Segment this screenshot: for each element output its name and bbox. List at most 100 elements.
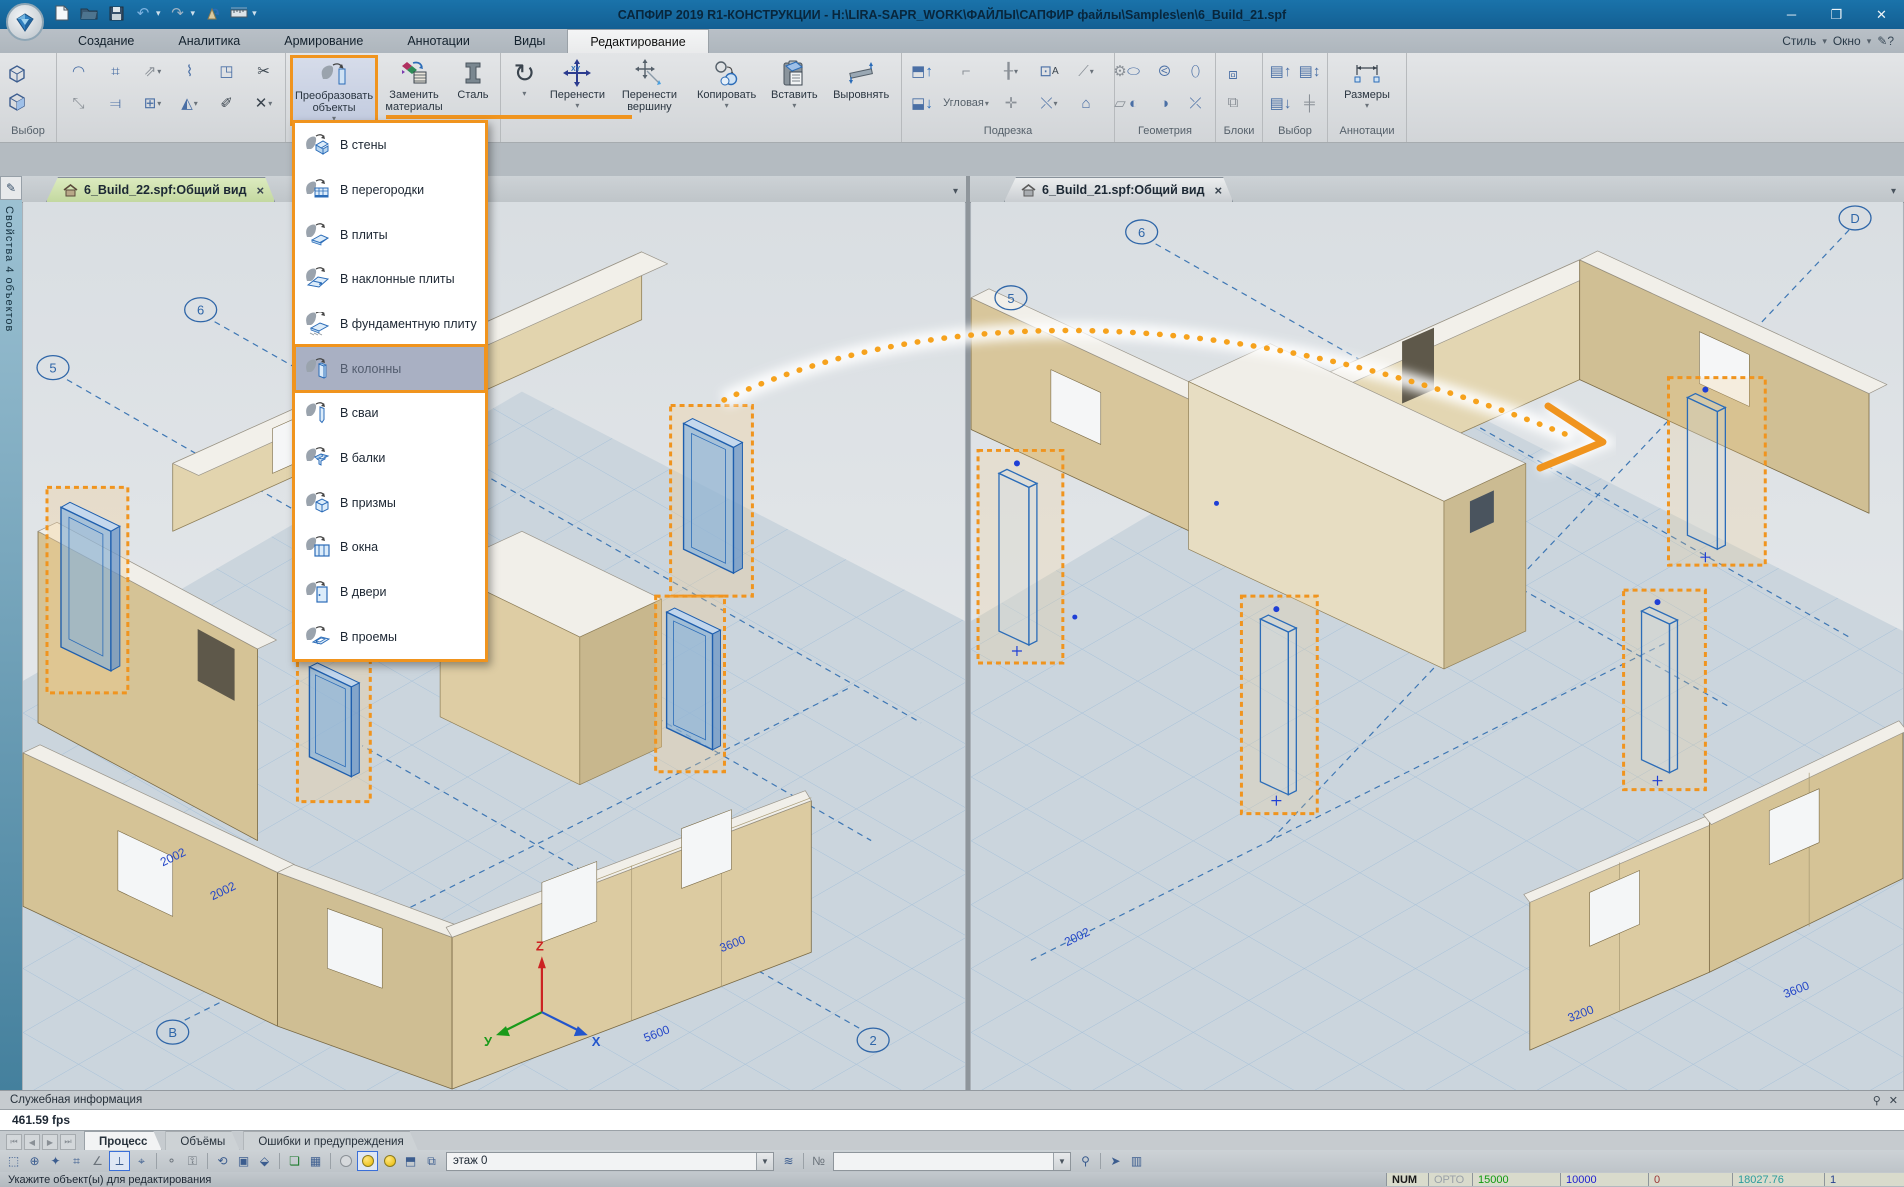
ortho-indicator[interactable]: ОРТО xyxy=(1428,1173,1472,1186)
transform-objects-button[interactable]: Преобразовать объекты ▾ xyxy=(290,55,378,126)
scissors-icon[interactable]: ✂ xyxy=(251,59,277,83)
tab-process[interactable]: Процесс xyxy=(84,1131,162,1152)
menu-item-to-beams[interactable]: В балки xyxy=(295,436,485,481)
clip-volume-icon[interactable]: ⬙ xyxy=(255,1152,274,1170)
tab-annotations[interactable]: Аннотации xyxy=(385,29,491,53)
style-menu[interactable]: Стиль xyxy=(1782,34,1816,48)
close-icon[interactable]: ✕ xyxy=(1889,1094,1898,1107)
rect-overlay-icon[interactable]: ◳ xyxy=(214,59,240,83)
refresh-small-icon[interactable]: ⟲ xyxy=(213,1152,232,1170)
layers-icon[interactable]: ≋ xyxy=(779,1152,798,1170)
chevron-down-icon[interactable]: ▼ xyxy=(1053,1153,1070,1170)
tab-reinforcement[interactable]: Армирование xyxy=(262,29,385,53)
boolean-intersect-icon[interactable]: ⬭ xyxy=(1121,59,1147,83)
wall-raise-icon[interactable]: ⬒↑ xyxy=(909,59,935,83)
boolean-intersect2-icon[interactable]: ◐ xyxy=(1121,91,1147,115)
close-icon[interactable]: × xyxy=(1215,183,1223,198)
cross-post-icon[interactable]: ✛ xyxy=(998,91,1024,115)
prev-page-icon[interactable]: ◀ xyxy=(24,1134,40,1150)
bulb-on-icon[interactable] xyxy=(357,1151,378,1171)
wall-lower-icon[interactable]: ⬓↓ xyxy=(909,91,935,115)
rotate-button[interactable]: ↻ ▾ xyxy=(505,55,544,123)
align-edge-icon[interactable]: ⫤ xyxy=(103,91,129,115)
first-page-icon[interactable]: ⏮ xyxy=(6,1134,22,1150)
fillet-arc-icon[interactable]: ◠ xyxy=(66,59,92,83)
edit-pencil-icon[interactable]: ✎ xyxy=(0,176,22,200)
snap-grid-icon[interactable]: ⌗ xyxy=(67,1152,86,1170)
boolean-merge-icon[interactable]: ◑ xyxy=(1152,91,1178,115)
slanted-element-icon[interactable]: ⇗▾ xyxy=(140,59,166,83)
select-span-icon[interactable]: ▤↕ xyxy=(1297,59,1323,83)
box-stack-icon[interactable]: ⧉ xyxy=(422,1152,441,1170)
move-button[interactable]: XY Перенести ▾ xyxy=(546,55,609,123)
menu-item-to-slabs[interactable]: В плиты xyxy=(295,212,485,257)
numbering-off-icon[interactable]: № xyxy=(809,1152,828,1170)
window-menu[interactable]: Окно xyxy=(1833,34,1861,48)
delete-icon[interactable]: ✕▾ xyxy=(251,91,277,115)
menu-item-to-foundation-slab[interactable]: В фундаментную плиту xyxy=(295,302,485,347)
mirror-icon[interactable]: ◭▾ xyxy=(177,91,203,115)
chevron-down-icon[interactable]: ▾ xyxy=(1822,36,1827,47)
tab-errors[interactable]: Ошибки и предупреждения xyxy=(243,1131,418,1152)
viewport-right-canvas[interactable]: 6 5 D 2002 3200 3600 xyxy=(970,202,1904,1090)
trim-line-icon[interactable]: ⤡ xyxy=(66,91,92,115)
roof-icon[interactable]: ⌂ xyxy=(1073,91,1099,115)
snap-node-icon[interactable]: ✦ xyxy=(46,1152,65,1170)
paste-button[interactable]: Вставить ▾ xyxy=(765,55,823,123)
properties-side-strip[interactable]: ✎ Свойства 4 объектов xyxy=(0,176,22,1090)
lock-icon[interactable]: ⚿ xyxy=(183,1152,202,1170)
menu-item-to-windows[interactable]: В окна xyxy=(295,525,485,570)
app-logo[interactable] xyxy=(6,3,44,41)
select-cross-icon[interactable]: ╪ xyxy=(1297,91,1323,115)
slope-line-icon[interactable]: ⟋▾ xyxy=(1073,59,1099,83)
help-icon[interactable]: ✎? xyxy=(1877,34,1894,48)
select-3d-face-icon[interactable] xyxy=(4,90,30,114)
dimensions-button[interactable]: Размеры ▾ xyxy=(1332,55,1402,123)
axis-cut-icon[interactable]: ⤬▾ xyxy=(1036,91,1062,115)
tab-analytics[interactable]: Аналитика xyxy=(156,29,262,53)
tab-volumes[interactable]: Объёмы xyxy=(165,1131,240,1152)
select-3d-box-icon[interactable] xyxy=(4,62,30,86)
select-below-icon[interactable]: ▤↓ xyxy=(1268,91,1294,115)
pin-mode-icon[interactable]: ⚲ xyxy=(1076,1152,1095,1170)
boolean-subtract-icon[interactable]: ⧀ xyxy=(1152,59,1178,83)
minimize-button[interactable]: ─ xyxy=(1769,0,1814,29)
bulb-off-icon[interactable] xyxy=(336,1152,355,1170)
frame-select-icon[interactable]: ▣ xyxy=(234,1152,253,1170)
wall-cross-icon[interactable]: ╂▾ xyxy=(998,59,1024,83)
boolean-union-icon[interactable]: ⬯ xyxy=(1183,59,1209,83)
maximize-button[interactable]: ❐ xyxy=(1814,0,1859,29)
tab-creation[interactable]: Создание xyxy=(56,29,156,53)
snap-angle-icon[interactable]: ∠ xyxy=(88,1152,107,1170)
close-button[interactable]: ✕ xyxy=(1859,0,1904,29)
snap-ortho-icon[interactable]: ⟂ xyxy=(109,1151,130,1171)
last-page-icon[interactable]: ⏭ xyxy=(60,1134,76,1150)
bulb-half-icon[interactable] xyxy=(380,1152,399,1170)
menu-item-to-partitions[interactable]: В перегородки xyxy=(295,168,485,213)
move-vertex-button[interactable]: Перенести вершину xyxy=(611,55,688,123)
viewport-tab-build22[interactable]: 6_Build_22.spf:Общий вид × xyxy=(46,177,275,202)
curve-cut-icon[interactable]: ⤫ xyxy=(1183,91,1209,115)
renumber-icon[interactable]: ⊡A xyxy=(1036,59,1062,83)
num-lock-indicator[interactable]: NUM xyxy=(1386,1173,1428,1186)
select-add-icon[interactable]: ⊕ xyxy=(25,1152,44,1170)
wall-intersect-icon[interactable]: ⌗ xyxy=(103,59,129,83)
menu-item-to-columns[interactable]: В колонны xyxy=(295,346,485,391)
profile-sweep-icon[interactable]: ⌇ xyxy=(177,59,203,83)
eyedropper-icon[interactable]: ✐ xyxy=(214,91,240,115)
filter-select[interactable]: ▼ xyxy=(833,1152,1071,1171)
menu-item-to-openings[interactable]: В проемы xyxy=(295,614,485,659)
array-grid-icon[interactable]: ⊞▾ xyxy=(140,91,166,115)
copy-button[interactable]: Копировать ▾ xyxy=(690,55,763,123)
viewport-tab-build21[interactable]: 6_Build_21.spf:Общий вид × xyxy=(1004,177,1233,202)
corner-join-icon[interactable]: ⌐ xyxy=(953,59,979,83)
grid-table-icon[interactable]: ▦ xyxy=(306,1152,325,1170)
menu-item-to-inclined-slabs[interactable]: В наклонные плиты xyxy=(295,257,485,302)
select-mode-icon[interactable]: ⬚ xyxy=(4,1152,23,1170)
box-visibility-icon[interactable]: ⬒ xyxy=(401,1152,420,1170)
menu-item-to-doors[interactable]: В двери xyxy=(295,570,485,615)
block-explode-icon[interactable]: ⧉ xyxy=(1220,90,1246,114)
tab-views[interactable]: Виды xyxy=(492,29,568,53)
cursor-up-icon[interactable]: ➤ xyxy=(1106,1152,1125,1170)
align-button[interactable]: Выровнять xyxy=(825,55,897,123)
